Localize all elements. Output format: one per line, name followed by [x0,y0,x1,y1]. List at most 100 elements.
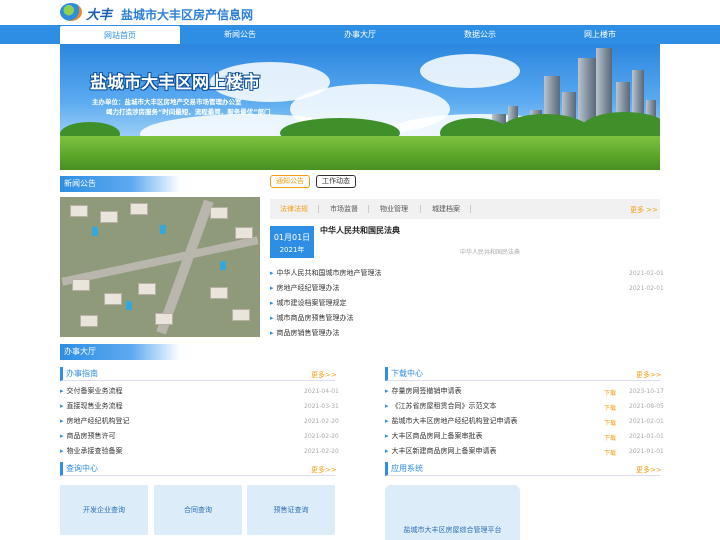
arrow-icon: ▸ [270,314,274,322]
download-list-item[interactable]: ▸ 大丰区新建商品房网上备案申请表 [385,444,497,459]
banner-slogan: 竭力打造涉房服务“时间最短，流程最简，服务最优”部门 [106,108,271,116]
presale-permit-query-button[interactable]: 预售证查询 [247,485,335,535]
download-header: 下载中心 [385,367,660,381]
apps-title: 应用系统 [391,464,423,473]
house-shape [138,283,156,295]
news-section-header: 新闻公告 [60,176,180,192]
subtab-property-management[interactable]: 物业管理 [380,199,408,219]
aerial-photo[interactable] [60,197,260,337]
road-shape [61,236,259,286]
contract-query-button[interactable]: 合同查询 [154,485,242,535]
download-button[interactable]: 下载 [604,418,616,427]
house-shape [100,211,118,223]
arrow-icon: ▸ [270,299,274,307]
guide-list-item[interactable]: ▸ 交付备案业务流程 [60,384,123,399]
nav-service-hall[interactable]: 办事大厅 [300,25,420,44]
nav-home[interactable]: 网站首页 [60,26,180,44]
query-more-link[interactable]: 更多>> [311,465,337,475]
featured-summary: 中华人民共和国民法典 [460,249,521,256]
guide-item-date: 2021-02-20 [304,418,339,425]
housing-management-platform-button[interactable]: 盐城市大丰区房屋综合管理平台 [385,485,520,540]
featured-date-badge: 01月01日 2021年 [270,226,314,258]
site-title[interactable]: 盐城市大丰区房产信息网 [121,6,253,23]
apps-more-link[interactable]: 更多>> [636,465,662,475]
download-list-item[interactable]: ▸ 存量房网签撤销申请表 [385,384,462,399]
guide-header: 办事指南 [60,367,335,381]
download-item-title: 大丰区商品房网上备案审批表 [391,432,483,440]
arrow-icon: ▸ [60,432,64,440]
guide-list-item[interactable]: ▸ 直接现售业务流程 [60,399,123,414]
news-item-title: 城市商品房预售管理办法 [276,314,354,322]
download-list-item[interactable]: ▸ 《江苏省房屋租赁合同》示范文本 [385,399,497,414]
arrow-icon: ▸ [270,284,274,292]
pool-shape [126,301,132,310]
guide-more-link[interactable]: 更多>> [311,370,337,380]
tab-notices[interactable]: 通知公告 [270,175,310,188]
news-list-item[interactable]: ▸ 城市商品房预售管理办法 [270,311,354,326]
download-button[interactable]: 下载 [604,433,616,442]
nav-online-market[interactable]: 网上楼市 [540,25,660,44]
house-shape [70,205,88,217]
subtab-urban-archives[interactable]: 城建档案 [432,199,460,219]
main-nav: 网站首页 新闻公告 办事大厅 数据公示 网上楼市 [0,25,720,44]
news-item-title: 城市建设档案管理规定 [276,299,347,307]
guide-list-item[interactable]: ▸ 物业承接查验备案 [60,444,123,459]
download-item-title: 盐城市大丰区房地产经纪机构登记申请表 [391,417,518,425]
news-item-date: 2021-02-01 [629,285,664,292]
download-more-link[interactable]: 更多>> [636,370,662,380]
download-item-date: 2023-10-17 [629,388,664,395]
arrow-icon: ▸ [60,417,64,425]
download-button[interactable]: 下载 [604,448,616,457]
house-shape [235,227,253,239]
house-shape [155,313,173,325]
download-item-title: 存量房网签撤销申请表 [391,387,462,395]
arrow-icon: ▸ [60,402,64,410]
developer-query-button[interactable]: 开发企业查询 [60,485,148,535]
guide-list-item[interactable]: ▸ 商品房预售许可 [60,429,116,444]
arrow-icon: ▸ [60,387,64,395]
featured-title-link[interactable]: 中华人民共和国民法典 [320,225,400,236]
pool-shape [220,261,226,270]
house-shape [80,315,98,327]
arrow-icon: ▸ [385,432,389,440]
logo-icon[interactable] [60,3,82,21]
nav-news[interactable]: 新闻公告 [180,25,300,44]
divider [420,205,421,213]
news-list-item[interactable]: ▸ 房地产经纪管理办法 [270,281,340,296]
download-list-item[interactable]: ▸ 盐城市大丰区房地产经纪机构登记申请表 [385,414,518,429]
guide-item-title: 商品房预售许可 [66,432,116,440]
news-list-item[interactable]: ▸ 城市建设档案管理规定 [270,296,347,311]
nav-data-public[interactable]: 数据公示 [420,25,540,44]
news-more-link[interactable]: 更多 >> [630,205,658,215]
apps-header: 应用系统 [385,462,660,476]
download-item-date: 2021-08-05 [629,403,664,410]
news-item-title: 房地产经纪管理办法 [276,284,340,292]
grass-shape [60,136,660,170]
query-header: 查询中心 [60,462,335,476]
guide-item-date: 2021-03-31 [304,403,339,410]
news-list-item[interactable]: ▸ 商品房销售管理办法 [270,326,340,341]
tab-work-news[interactable]: 工作动态 [316,175,356,188]
download-button[interactable]: 下载 [604,388,616,397]
banner-title: 盐城市大丰区网上楼市 [90,73,260,93]
logo-text[interactable]: 大丰 [86,4,112,23]
guide-title: 办事指南 [66,369,98,378]
news-item-date: 2021-02-01 [629,270,664,277]
download-item-date: 2021-01-01 [629,448,664,455]
pool-shape [92,227,98,236]
download-item-date: 2021-02-01 [629,418,664,425]
download-button[interactable]: 下载 [604,403,616,412]
subtab-market-supervision[interactable]: 市场监督 [330,199,358,219]
house-shape [72,279,90,291]
download-list-item[interactable]: ▸ 大丰区商品房网上备案审批表 [385,429,483,444]
subtab-laws[interactable]: 法律法规 [280,199,308,219]
guide-item-title: 房地产经纪机构登记 [66,417,130,425]
pool-shape [160,225,166,234]
arrow-icon: ▸ [270,269,274,277]
house-shape [210,287,228,299]
guide-list-item[interactable]: ▸ 房地产经纪机构登记 [60,414,130,429]
service-hall-header: 办事大厅 [60,344,180,360]
news-list-item[interactable]: ▸ 中华人民共和国城市房地产管理法 [270,266,382,281]
law-subtabs: 法律法规 市场监督 物业管理 城建档案 更多 >> [270,199,660,219]
guide-item-title: 交付备案业务流程 [66,387,123,395]
